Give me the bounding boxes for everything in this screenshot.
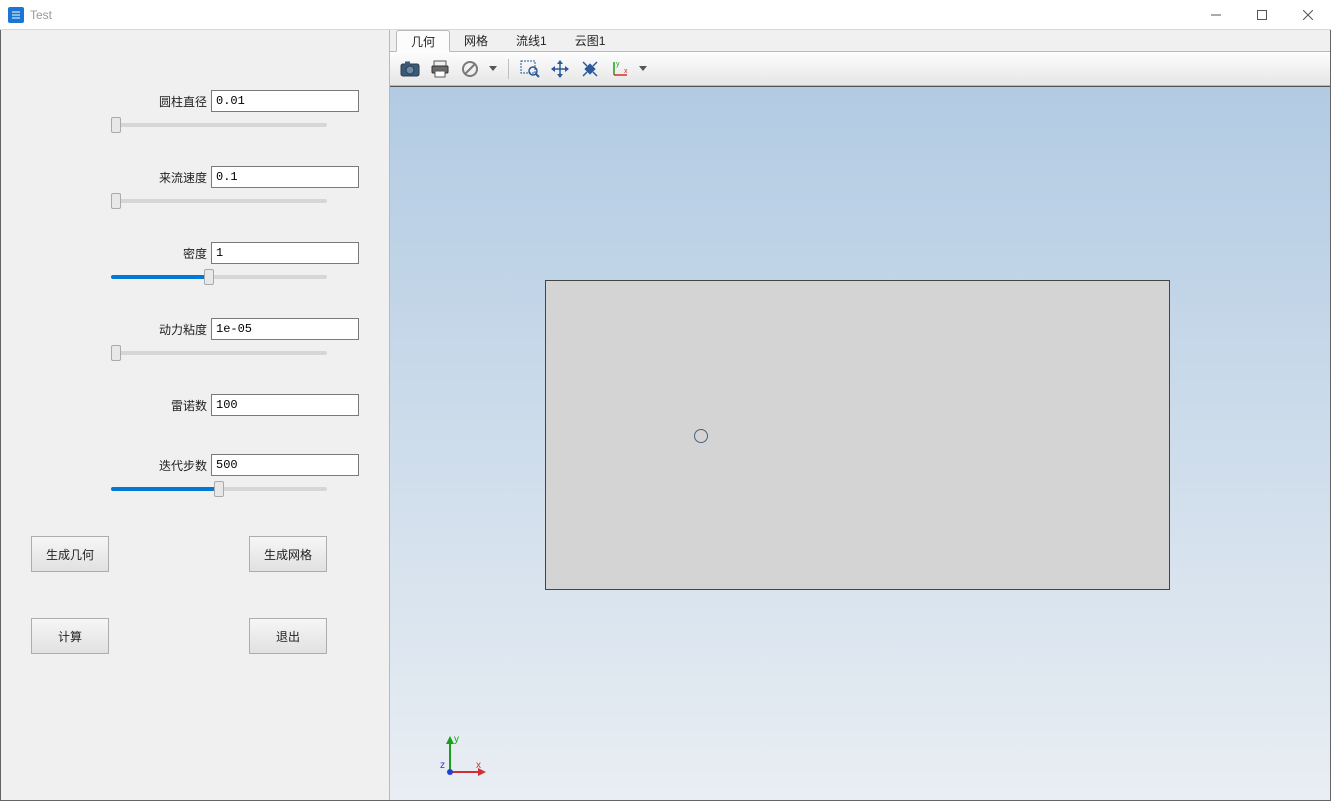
input-dynamic-viscosity[interactable] xyxy=(211,318,359,340)
slider-inflow-velocity[interactable] xyxy=(111,199,327,203)
titlebar: Test xyxy=(0,0,1331,30)
param-dynamic-viscosity: 动力粘度 xyxy=(31,318,359,360)
forbid-dropdown[interactable] xyxy=(486,56,500,82)
compute-button[interactable]: 计算 xyxy=(31,618,109,654)
param-iteration-steps: 迭代步数 xyxy=(31,454,359,496)
gen-geometry-button[interactable]: 生成几何 xyxy=(31,536,109,572)
content: 圆柱直径 来流速度 密度 xyxy=(0,30,1331,801)
input-iteration-steps[interactable] xyxy=(211,454,359,476)
param-density: 密度 xyxy=(31,242,359,284)
window-title: Test xyxy=(30,8,52,22)
separator-icon xyxy=(500,56,516,82)
input-density[interactable] xyxy=(211,242,359,264)
svg-text:y: y xyxy=(616,61,620,68)
maximize-button[interactable] xyxy=(1239,0,1285,29)
label-inflow-velocity: 来流速度 xyxy=(139,169,207,186)
left-panel: 圆柱直径 来流速度 密度 xyxy=(1,30,389,800)
exit-button[interactable]: 退出 xyxy=(249,618,327,654)
tab-streamline1[interactable]: 流线1 xyxy=(502,30,561,51)
tabs: 几何 网格 流线1 云图1 xyxy=(390,30,1330,52)
axis-z-label: z xyxy=(440,760,445,771)
axis-x-label: x xyxy=(476,760,481,771)
input-cylinder-diameter[interactable] xyxy=(211,90,359,112)
zoom-box-icon[interactable] xyxy=(516,56,544,82)
axis-view-dropdown[interactable] xyxy=(636,56,650,82)
geometry-cylinder xyxy=(694,429,708,443)
pan-icon[interactable] xyxy=(546,56,574,82)
window-controls xyxy=(1193,0,1331,29)
slider-density[interactable] xyxy=(111,275,327,279)
tab-contour1[interactable]: 云图1 xyxy=(561,30,620,51)
input-reynolds-number[interactable] xyxy=(211,394,359,416)
close-button[interactable] xyxy=(1285,0,1331,29)
right-panel: 几何 网格 流线1 云图1 xyxy=(389,30,1330,800)
slider-cylinder-diameter[interactable] xyxy=(111,123,327,127)
viewport[interactable]: y x z xyxy=(390,86,1330,800)
svg-text:x: x xyxy=(624,68,628,75)
camera-icon[interactable] xyxy=(396,56,424,82)
param-reynolds-number: 雷诺数 xyxy=(31,394,359,420)
label-cylinder-diameter: 圆柱直径 xyxy=(139,93,207,110)
input-inflow-velocity[interactable] xyxy=(211,166,359,188)
geometry-box xyxy=(545,280,1170,590)
label-dynamic-viscosity: 动力粘度 xyxy=(139,321,207,338)
forbid-icon[interactable] xyxy=(456,56,484,82)
minimize-button[interactable] xyxy=(1193,0,1239,29)
toolbar: yx xyxy=(390,52,1330,86)
button-grid: 生成几何 生成网格 计算 退出 xyxy=(31,536,359,654)
axis-y-label: y xyxy=(454,734,459,745)
axis-gizmo: y x z xyxy=(440,734,490,782)
tab-mesh[interactable]: 网格 xyxy=(450,30,502,51)
slider-iteration-steps[interactable] xyxy=(111,487,327,491)
label-reynolds-number: 雷诺数 xyxy=(139,397,207,414)
param-cylinder-diameter: 圆柱直径 xyxy=(31,90,359,132)
label-density: 密度 xyxy=(139,245,207,262)
app-icon xyxy=(8,7,24,23)
label-iteration-steps: 迭代步数 xyxy=(139,457,207,474)
slider-dynamic-viscosity[interactable] xyxy=(111,351,327,355)
tab-geometry[interactable]: 几何 xyxy=(396,30,450,52)
axis-view-icon[interactable]: yx xyxy=(606,56,634,82)
fit-icon[interactable] xyxy=(576,56,604,82)
gen-mesh-button[interactable]: 生成网格 xyxy=(249,536,327,572)
param-inflow-velocity: 来流速度 xyxy=(31,166,359,208)
print-icon[interactable] xyxy=(426,56,454,82)
